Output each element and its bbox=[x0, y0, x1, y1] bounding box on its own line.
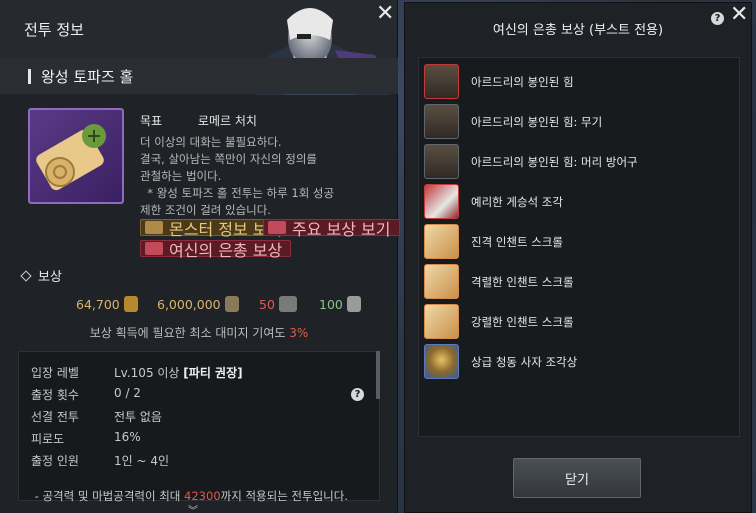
item-name: 강렬한 인챈트 스크롤 bbox=[471, 314, 574, 329]
list-item[interactable]: 강렬한 인챈트 스크롤 bbox=[424, 303, 738, 340]
close-icon[interactable]: ✕ bbox=[376, 3, 394, 25]
note-number: 42300 bbox=[184, 489, 221, 503]
list-item[interactable]: 아르드리의 봉인된 힘: 무기 bbox=[424, 103, 738, 140]
info-value: 1인 ~ 4인 bbox=[114, 454, 170, 468]
damage-contribution-note: 보상 획득에 필요한 최소 대미지 기여도 3% bbox=[0, 324, 398, 341]
description-line: 관철하는 법이다. bbox=[140, 169, 222, 183]
reward-ap: 50 bbox=[259, 296, 297, 312]
reward-item-list: 아르드리의 봉인된 힘 아르드리의 봉인된 힘: 무기 아르드리의 봉인된 힘:… bbox=[418, 57, 740, 437]
list-item[interactable]: 격렬한 인챈트 스크롤 bbox=[424, 263, 738, 300]
dungeon-name: 왕성 토파즈 홀 bbox=[41, 67, 134, 86]
objective: 목표 로메르 처치 bbox=[140, 112, 257, 129]
goddess-reward-panel: 여신의 은총 보상 (부스트 전용) ? ✕ 아르드리의 봉인된 힘 아르드리의… bbox=[404, 2, 752, 513]
info-row-party-size: 출정 인원 1인 ~ 4인 bbox=[31, 452, 169, 469]
item-name: 격렬한 인챈트 스크롤 bbox=[471, 274, 574, 289]
battle-info-panel: 전투 정보 ✕ 왕성 토파즈 홀 목표 로메르 처치 더 이상의 대화는 불필요… bbox=[0, 0, 400, 513]
panel-title: 전투 정보 bbox=[24, 20, 84, 39]
info-label: 입장 레벨 bbox=[31, 366, 79, 380]
exp-shield-icon bbox=[224, 296, 239, 312]
reward-list: 64,700 6,000,000 50 100 bbox=[0, 296, 398, 318]
damage-note-percent: 3% bbox=[289, 326, 309, 340]
info-value: 16% bbox=[114, 430, 141, 444]
monster-icon bbox=[145, 221, 163, 234]
info-label: 선결 전투 bbox=[31, 410, 79, 424]
goddess-reward-label: 여신의 은총 보상 bbox=[169, 240, 283, 260]
party-recommend: [파티 권장] bbox=[183, 366, 243, 380]
scrollbar[interactable] bbox=[376, 351, 380, 399]
ap-value: 50 bbox=[259, 296, 275, 312]
item-name: 아르드리의 봉인된 힘: 머리 방어구 bbox=[471, 154, 638, 169]
description-line: 결국, 살아남는 쪽만이 자신의 정의를 bbox=[140, 152, 317, 166]
crystal-shard-icon bbox=[424, 184, 459, 219]
dungeon-description: 더 이상의 대화는 불필요하다. 결국, 살아남는 쪽만이 자신의 정의를 관철… bbox=[140, 134, 385, 219]
item-name: 예리한 게승석 조각 bbox=[471, 194, 563, 209]
help-icon[interactable]: ? bbox=[351, 388, 364, 401]
info-label: 출정 인원 bbox=[31, 454, 79, 468]
item-name: 아르드리의 봉인된 힘 bbox=[471, 74, 574, 89]
info-row-count: 출정 횟수 0 / 2 bbox=[31, 386, 141, 403]
scroll-icon bbox=[424, 264, 459, 299]
gold-value: 64,700 bbox=[76, 296, 120, 312]
item-name: 상급 청동 사자 조각상 bbox=[471, 354, 578, 369]
level-text: Lv.105 이상 bbox=[114, 366, 184, 380]
close-icon[interactable]: ✕ bbox=[730, 4, 748, 26]
reward-panel-title: 여신의 은총 보상 (부스트 전용) bbox=[492, 22, 664, 38]
list-item[interactable]: 예리한 게승석 조각 bbox=[424, 183, 738, 220]
info-value: Lv.105 이상 [파티 권장] bbox=[114, 364, 243, 381]
crown-icon bbox=[424, 64, 459, 99]
reward-pt: 100 bbox=[319, 296, 361, 312]
reward-panel-header: 여신의 은총 보상 (부스트 전용) bbox=[405, 3, 751, 53]
crown-weapon-icon bbox=[424, 104, 459, 139]
pt-icon bbox=[346, 296, 361, 312]
main-reward-label: 주요 보상 보기 bbox=[292, 219, 391, 239]
damage-note-text: 보상 획득에 필요한 최소 대미지 기여도 bbox=[89, 326, 290, 340]
chest-icon bbox=[145, 242, 163, 255]
reward-header: 보상 bbox=[20, 266, 62, 285]
reward-title: 보상 bbox=[38, 270, 62, 285]
scroll-icon bbox=[424, 304, 459, 339]
info-value: 0 / 2 bbox=[114, 386, 141, 400]
info-row-fatigue: 피로도 16% bbox=[31, 430, 141, 447]
ap-icon bbox=[278, 296, 297, 312]
exp-value: 6,000,000 bbox=[157, 296, 221, 312]
main-reward-button[interactable]: 주요 보상 보기 bbox=[263, 219, 400, 239]
objective-value: 로메르 처치 bbox=[197, 114, 257, 128]
item-name: 진격 인챈트 스크롤 bbox=[471, 234, 563, 249]
lion-statue-icon bbox=[424, 344, 459, 379]
description-line: * 왕성 토파즈 홀 전투는 하루 1회 성공 bbox=[140, 186, 335, 200]
info-row-prerequisite: 선결 전투 전투 없음 bbox=[31, 408, 162, 425]
list-item[interactable]: 아르드리의 봉인된 힘 bbox=[424, 63, 738, 100]
list-item[interactable]: 상급 청동 사자 조각상 bbox=[424, 343, 738, 380]
title-accent-bar bbox=[28, 68, 31, 84]
dungeon-title-bar: 왕성 토파즈 홀 bbox=[0, 58, 398, 94]
gold-pouch-icon bbox=[123, 296, 138, 312]
description-line: 더 이상의 대화는 불필요하다. bbox=[140, 135, 282, 149]
note-suffix: 까지 적용되는 전투입니다. bbox=[220, 489, 348, 503]
goddess-reward-button[interactable]: 여신의 은총 보상 bbox=[140, 240, 292, 260]
objective-label: 목표 bbox=[140, 114, 163, 128]
item-name: 아르드리의 봉인된 힘: 무기 bbox=[471, 114, 603, 129]
crown-helmet-icon bbox=[424, 144, 459, 179]
info-label: 출정 횟수 bbox=[31, 388, 79, 402]
scroll-icon bbox=[424, 224, 459, 259]
help-icon[interactable]: ? bbox=[711, 12, 724, 25]
info-label: 피로도 bbox=[31, 432, 65, 446]
reward-gold: 64,700 bbox=[76, 296, 138, 312]
info-row-level: 입장 레벨 Lv.105 이상 [파티 권장] bbox=[31, 364, 243, 381]
chevron-down-icon[interactable]: ︾ bbox=[188, 502, 198, 513]
list-item[interactable]: 아르드리의 봉인된 힘: 머리 방어구 bbox=[424, 143, 738, 180]
note-prefix: - 공격력 및 마법공격력이 최대 bbox=[31, 489, 185, 503]
chest-icon bbox=[268, 221, 286, 234]
reward-exp: 6,000,000 bbox=[157, 296, 239, 312]
pt-value: 100 bbox=[319, 296, 343, 312]
info-value: 전투 없음 bbox=[114, 410, 162, 424]
entry-info-box: 입장 레벨 Lv.105 이상 [파티 권장] 출정 횟수 0 / 2 선결 전… bbox=[18, 351, 380, 503]
list-item[interactable]: 진격 인챈트 스크롤 bbox=[424, 223, 738, 260]
diamond-icon bbox=[20, 269, 32, 282]
close-button[interactable]: 닫기 bbox=[513, 458, 641, 498]
scroll-reward-icon bbox=[28, 108, 124, 204]
